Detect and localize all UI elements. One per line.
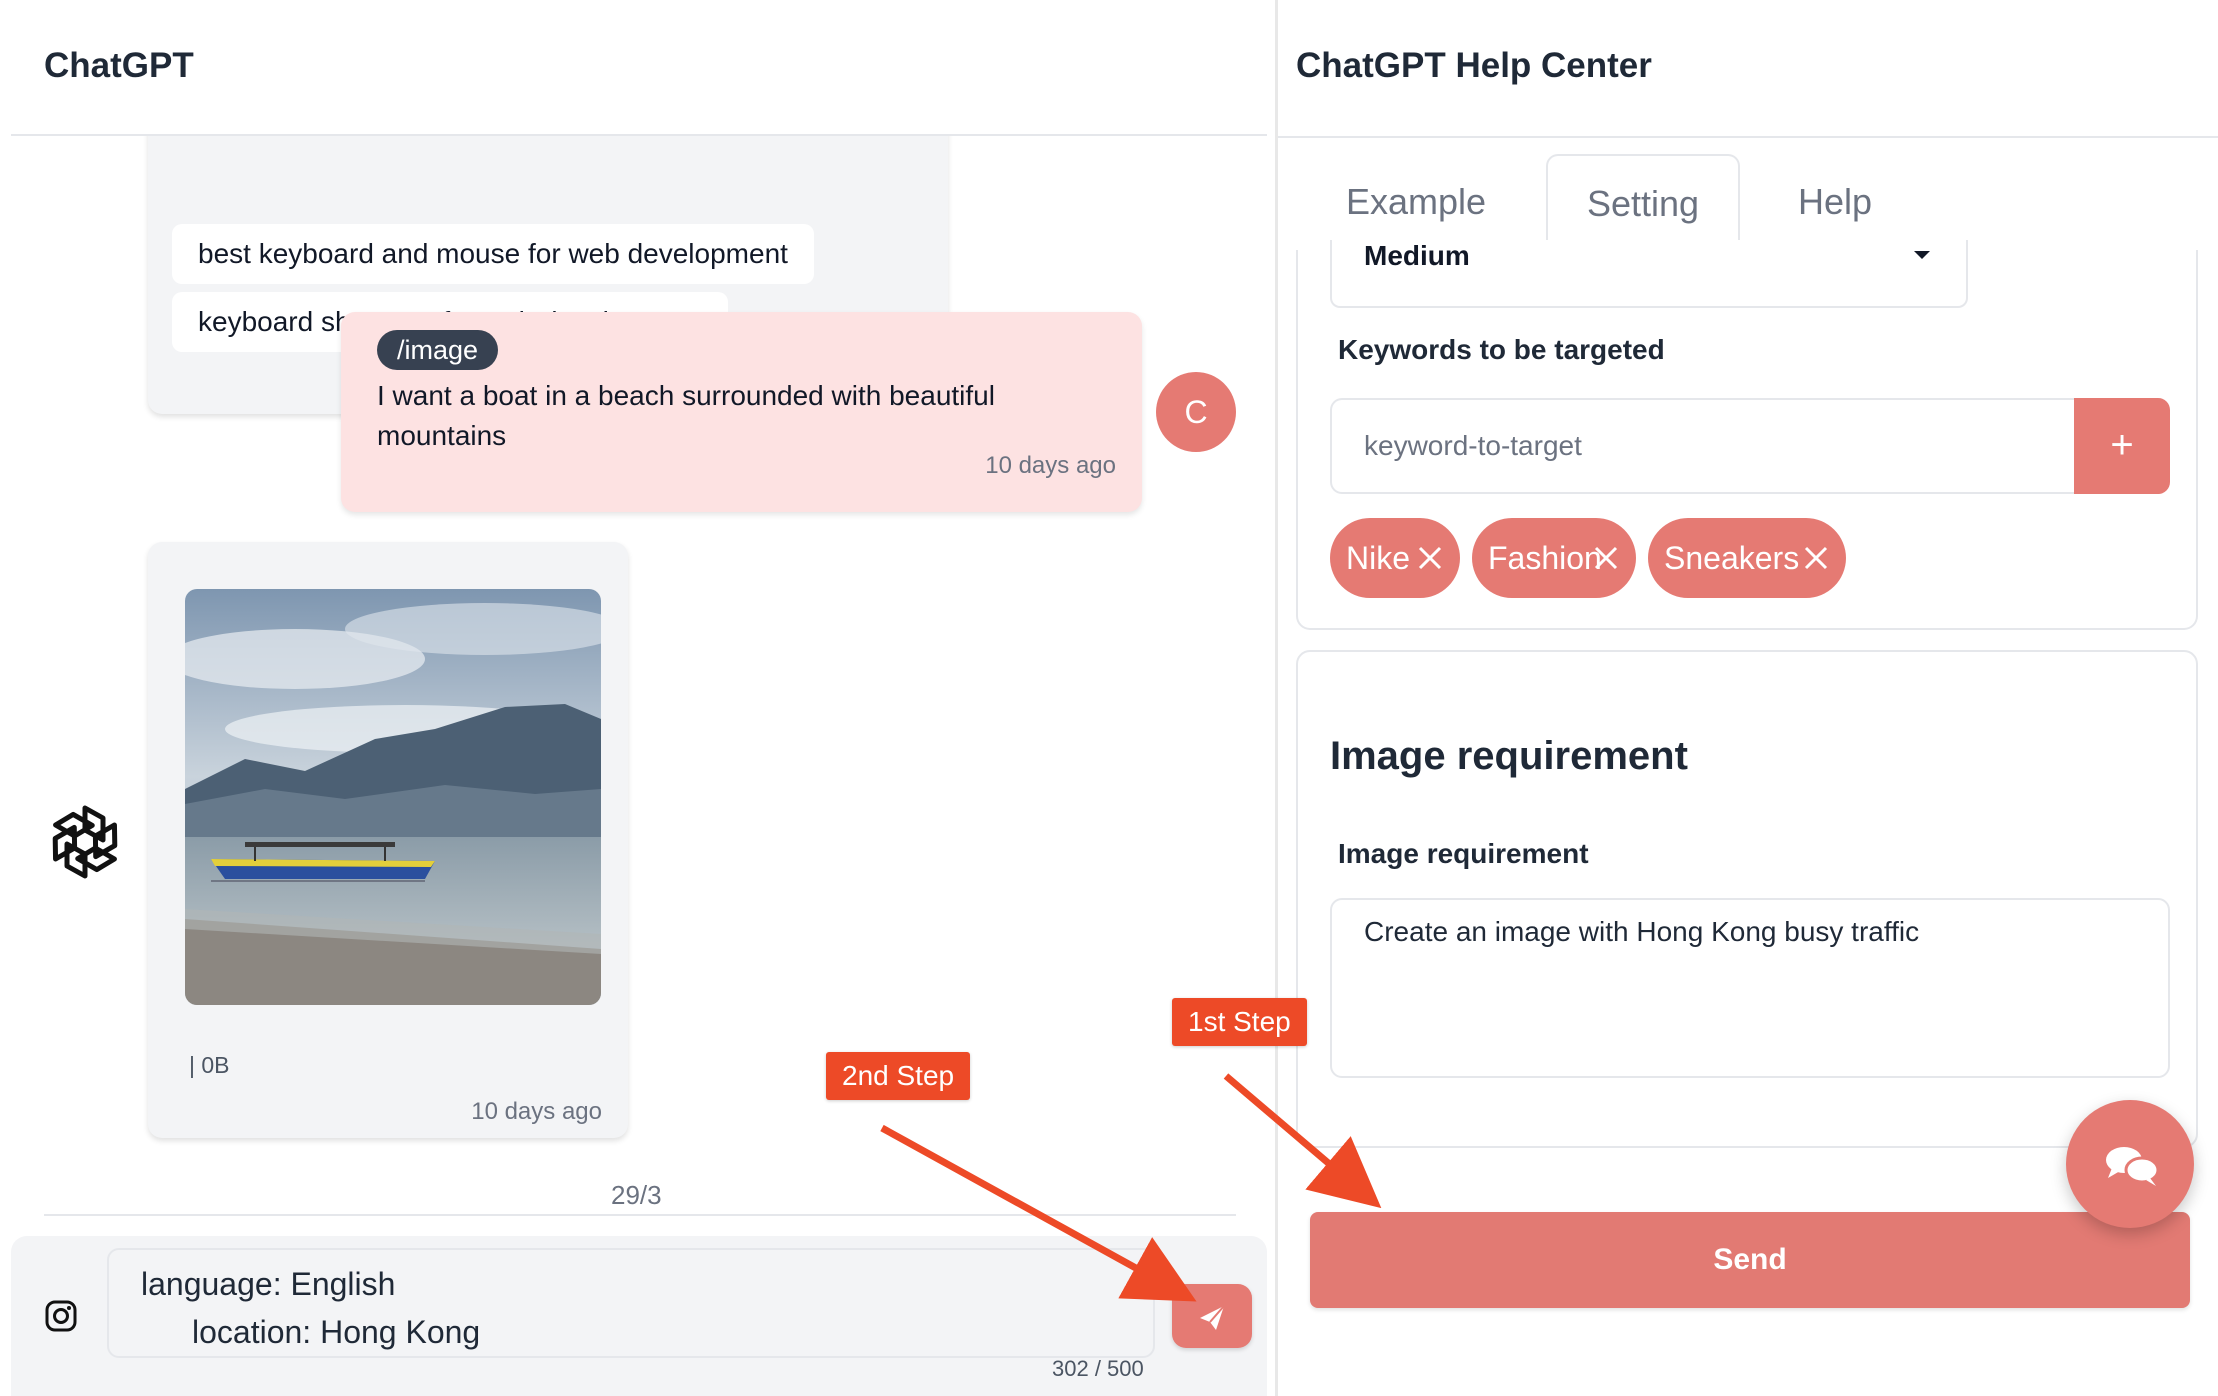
tab-example[interactable]: Example bbox=[1296, 154, 1536, 250]
step-1-badge: 1st Step bbox=[1172, 998, 1307, 1046]
tab-help[interactable]: Help bbox=[1750, 154, 1920, 250]
command-badge: /image bbox=[377, 330, 499, 370]
chat-panel: ChatGPT best keyboard and mouse for web … bbox=[0, 0, 1275, 1396]
page-counter: 29/3 bbox=[611, 1180, 662, 1210]
x-icon[interactable] bbox=[1800, 542, 1832, 574]
caret-down-icon bbox=[1914, 251, 1930, 259]
image-requirement-card: Image requirement Image requirement Crea… bbox=[1296, 650, 2198, 1148]
user-message-text: I want a boat in a beach surrounded with… bbox=[377, 380, 995, 451]
tab-bar: Example Setting Help bbox=[1296, 154, 2200, 250]
send-button[interactable]: Send bbox=[1310, 1212, 2190, 1308]
keyword-chip: Sneakers bbox=[1648, 518, 1846, 598]
section-heading: Image requirement bbox=[1330, 734, 1688, 778]
help-center-panel: ChatGPT Help Center Example Setting Help… bbox=[1278, 0, 2218, 1396]
openai-logo-icon bbox=[52, 805, 118, 879]
message-list[interactable]: best keyboard and mouse for web developm… bbox=[11, 136, 1267, 1216]
chat-title: ChatGPT bbox=[44, 46, 194, 85]
field-label: Image requirement bbox=[1338, 838, 1589, 869]
help-header: ChatGPT Help Center bbox=[1278, 0, 2218, 138]
add-keyword-button[interactable]: + bbox=[2074, 398, 2170, 494]
tab-setting[interactable]: Setting bbox=[1546, 154, 1740, 250]
textarea-value: Create an image with Hong Kong busy traf… bbox=[1364, 916, 1920, 947]
step-2-badge: 2nd Step bbox=[826, 1052, 971, 1100]
help-title: ChatGPT Help Center bbox=[1296, 46, 1652, 85]
user-avatar[interactable]: C bbox=[1156, 372, 1236, 452]
input-line: language: English bbox=[141, 1266, 396, 1302]
instagram-icon[interactable] bbox=[43, 1298, 79, 1334]
chip-label: Fashion bbox=[1488, 540, 1602, 576]
settings-card: Medium Keywords to be targeted keyword-t… bbox=[1296, 240, 2198, 630]
x-icon[interactable] bbox=[1414, 542, 1446, 574]
image-meta: | 0B bbox=[189, 1052, 230, 1078]
input-line: location: Hong Kong bbox=[192, 1314, 481, 1350]
char-counter: 302 / 500 bbox=[1052, 1356, 1144, 1381]
select-value: Medium bbox=[1364, 240, 1470, 271]
app-root: ChatGPT best keyboard and mouse for web … bbox=[0, 0, 2218, 1396]
chip-label: Nike bbox=[1346, 540, 1411, 576]
x-icon[interactable] bbox=[1590, 542, 1622, 574]
bot-image-message: | 0B 10 days ago bbox=[148, 542, 628, 1138]
message-input[interactable]: language: English location: Hong Kong bbox=[107, 1248, 1155, 1358]
message-timestamp: 10 days ago bbox=[471, 1098, 602, 1125]
keyword-chip: Nike bbox=[1330, 518, 1460, 598]
suggestion-chip[interactable]: best keyboard and mouse for web developm… bbox=[172, 224, 814, 284]
chat-bubbles-icon bbox=[2106, 1147, 2160, 1186]
message-composer: language: English location: Hong Kong 30… bbox=[11, 1236, 1267, 1396]
user-message-bubble: /image I want a boat in a beach surround… bbox=[341, 312, 1142, 512]
chat-header: ChatGPT bbox=[11, 0, 1267, 136]
chip-label: Sneakers bbox=[1664, 540, 1800, 576]
paper-plane-icon bbox=[1200, 1305, 1225, 1330]
image-requirement-textarea[interactable]: Create an image with Hong Kong busy traf… bbox=[1330, 898, 2170, 1078]
size-select[interactable]: Medium bbox=[1330, 240, 1968, 308]
message-timestamp: 10 days ago bbox=[985, 452, 1116, 479]
keyword-placeholder: keyword-to-target bbox=[1364, 430, 1582, 461]
send-message-button[interactable] bbox=[1172, 1284, 1252, 1348]
keyword-chip: Fashion bbox=[1472, 518, 1636, 598]
keywords-label: Keywords to be targeted bbox=[1338, 334, 1665, 365]
keyword-input[interactable]: keyword-to-target bbox=[1330, 398, 2074, 494]
floating-chat-button[interactable] bbox=[2066, 1100, 2194, 1228]
generated-image[interactable] bbox=[185, 589, 601, 1005]
divider bbox=[44, 1214, 1236, 1216]
